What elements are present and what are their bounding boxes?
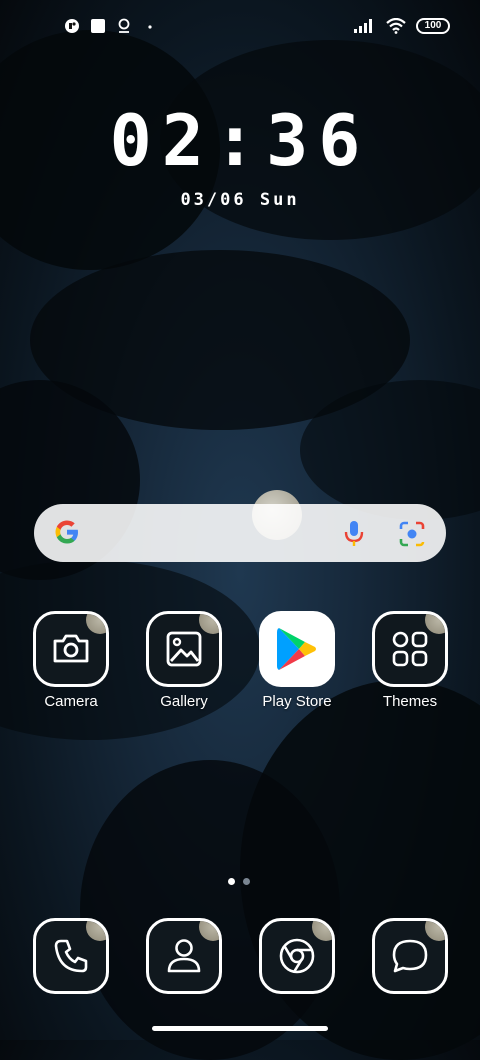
chrome-icon: [279, 938, 315, 974]
page-indicator: [228, 878, 250, 885]
camera-app-tile[interactable]: [33, 611, 109, 687]
app-camera[interactable]: Camera: [31, 611, 111, 710]
status-bar: 100: [0, 0, 480, 56]
phone-app-tile[interactable]: [33, 918, 109, 994]
gallery-icon: [166, 631, 202, 667]
messages-app-tile[interactable]: [372, 918, 448, 994]
wifi-icon: [386, 18, 406, 34]
app-play-store[interactable]: Play Store: [257, 611, 337, 710]
lockscreen-date[interactable]: 03/06 Sun: [0, 190, 480, 210]
square-notification-icon: [91, 19, 105, 33]
app-themes[interactable]: Themes: [370, 611, 450, 710]
dock-messages[interactable]: [370, 918, 450, 994]
google-search-bar[interactable]: [34, 504, 446, 562]
gallery-app-tile[interactable]: [146, 611, 222, 687]
app-gallery[interactable]: Gallery: [144, 611, 224, 710]
contacts-app-tile[interactable]: [146, 918, 222, 994]
dot-icon: [148, 25, 152, 29]
google-icon[interactable]: [52, 517, 82, 547]
lens-icon[interactable]: [398, 520, 426, 548]
page-dot-active: [228, 878, 235, 885]
messages-icon: [392, 939, 428, 973]
play-store-icon: [277, 628, 316, 670]
app-label: Gallery: [160, 693, 208, 710]
app-label: Themes: [382, 693, 438, 710]
lockscreen-clock[interactable]: 02:36: [0, 100, 480, 182]
location-icon: [118, 18, 130, 33]
app-label: Play Store: [262, 693, 332, 710]
phone-icon: [54, 939, 88, 973]
moon-reflection: [86, 614, 106, 634]
battery-indicator: 100: [416, 18, 450, 34]
themes-icon: [392, 631, 428, 667]
home-gesture-bar[interactable]: [152, 1026, 328, 1031]
notification-icon: [65, 19, 79, 33]
dock-contacts[interactable]: [144, 918, 224, 994]
app-label: Camera: [44, 693, 98, 710]
dock-chrome[interactable]: [257, 918, 337, 994]
contacts-icon: [167, 939, 201, 973]
dock-phone[interactable]: [31, 918, 111, 994]
camera-icon: [53, 634, 89, 663]
mic-icon[interactable]: [342, 520, 366, 548]
signal-icon: [354, 19, 372, 33]
chrome-app-tile[interactable]: [259, 918, 335, 994]
themes-app-tile[interactable]: [372, 611, 448, 687]
page-dot: [243, 878, 250, 885]
play-store-app-tile[interactable]: [259, 611, 335, 687]
